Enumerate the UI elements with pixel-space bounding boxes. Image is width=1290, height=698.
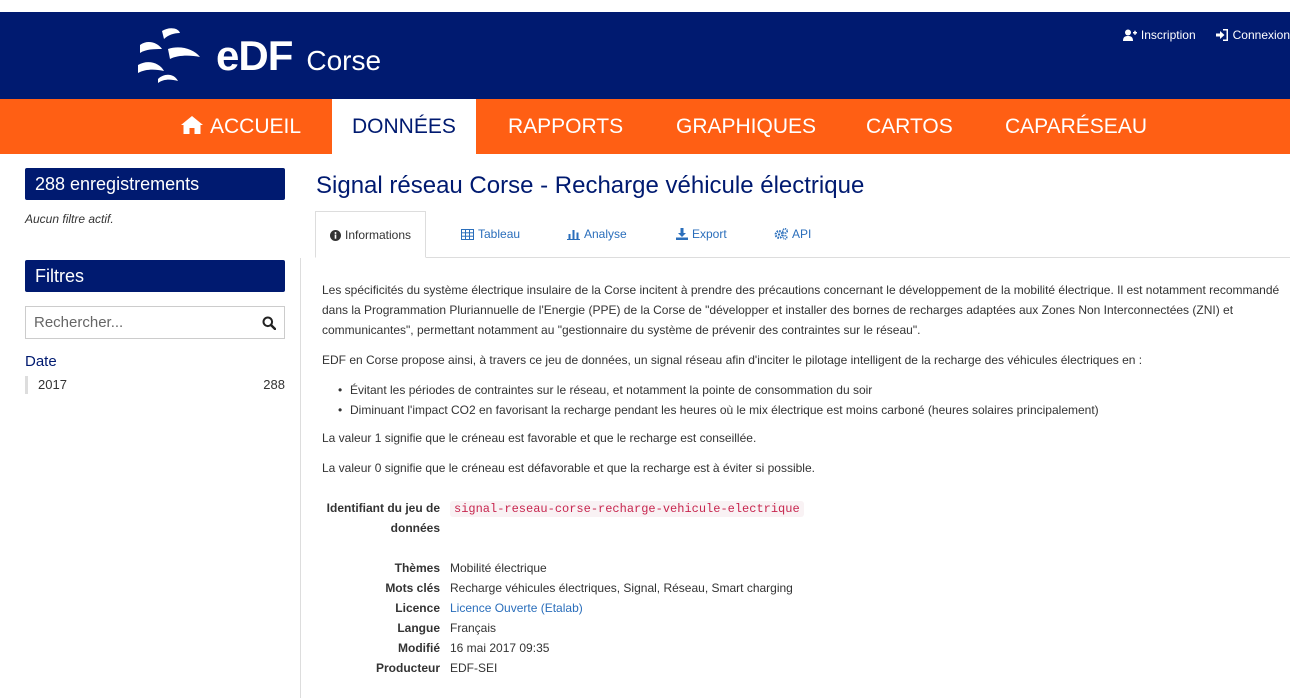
info-icon (330, 230, 341, 241)
signup-link[interactable]: Inscription (1122, 28, 1196, 42)
main-nav: ACCUEIL DONNÉES RAPPORTS GRAPHIQUES CART… (0, 99, 1290, 154)
meta-row-producer: Producteur EDF-SEI (322, 658, 1287, 678)
nav-item-donnees[interactable]: DONNÉES (332, 99, 476, 154)
meta-row-licence: Licence Licence Ouverte (Etalab) (322, 598, 1287, 618)
edf-logo[interactable]: eDF Corse (134, 20, 381, 92)
auth-links: Inscription Connexion (1122, 28, 1290, 42)
nav-item-rapports[interactable]: RAPPORTS (508, 99, 623, 154)
nav-item-accueil[interactable]: ACCUEIL (180, 99, 301, 154)
meta-key: Producteur (375, 661, 440, 675)
list-item: Diminuant l'impact CO2 en favorisant la … (338, 400, 1287, 420)
tab-api[interactable]: API (774, 211, 811, 258)
table-icon (461, 229, 474, 240)
facet-item-label: 2017 (38, 377, 67, 392)
add-user-icon (1122, 29, 1137, 41)
main-content: Signal réseau Corse - Recharge véhicule … (300, 154, 1290, 698)
description-paragraph: La valeur 0 signifie que le créneau est … (322, 461, 815, 475)
tab-tableau[interactable]: Tableau (461, 211, 520, 258)
tab-label: Informations (345, 228, 412, 242)
meta-key: Licence (395, 601, 440, 615)
dataset-tabs: Informations Tableau Analyse Export API (315, 211, 1290, 258)
meta-value: Recharge véhicules électriques, Signal, … (450, 581, 793, 595)
facet-date-label: Date (25, 353, 57, 370)
tab-label: Export (692, 227, 727, 241)
records-count: 288 enregistrements (25, 168, 285, 200)
sign-in-icon (1215, 29, 1228, 41)
nav-item-label: DONNÉES (352, 115, 456, 138)
signup-label: Inscription (1140, 28, 1196, 42)
gears-icon (774, 227, 789, 240)
nav-item-label: GRAPHIQUES (676, 115, 817, 138)
sidebar: 288 enregistrements Aucun filtre actif. … (25, 154, 285, 394)
filters-title: Filtres (25, 260, 285, 292)
site-header: eDF Corse Inscription Connexion (0, 12, 1290, 99)
top-band (0, 0, 1290, 12)
tab-informations[interactable]: Informations (315, 211, 427, 258)
tab-export[interactable]: Export (676, 211, 727, 258)
meta-row-themes: Thèmes Mobilité électrique (322, 558, 1287, 578)
licence-link[interactable]: Licence Ouverte (Etalab) (450, 601, 583, 615)
dataset-identifier: signal-reseau-corse-recharge-vehicule-el… (450, 501, 804, 517)
meta-value: EDF-SEI (450, 661, 498, 675)
tab-content-informations: Les spécificités du système électrique i… (300, 258, 1290, 698)
bar-chart-icon (567, 230, 580, 240)
meta-key: Mots clés (385, 581, 440, 595)
brand-name: eDF (216, 32, 293, 79)
meta-key: Identifiant du jeu de données (326, 501, 440, 535)
meta-row-language: Langue Français (322, 618, 1287, 638)
meta-row-identifier: Identifiant du jeu de données signal-res… (322, 498, 1287, 538)
nav-item-label: CAPARÉSEAU (1005, 115, 1147, 138)
description-list: Évitant les périodes de contraintes sur … (338, 380, 1287, 420)
page-title: Signal réseau Corse - Recharge véhicule … (316, 172, 865, 199)
nav-item-cartos[interactable]: CARTOS (866, 99, 953, 154)
login-label: Connexion (1232, 28, 1290, 42)
meta-value: Français (450, 621, 497, 635)
nav-item-label: CARTOS (866, 115, 953, 138)
nav-item-capareseau[interactable]: CAPARÉSEAU (1005, 99, 1147, 154)
download-icon (676, 228, 688, 240)
description-paragraph: EDF en Corse propose ainsi, à travers ce… (322, 353, 1143, 367)
search-input[interactable] (34, 314, 234, 331)
nav-item-label: RAPPORTS (508, 115, 624, 138)
tab-label: API (792, 227, 812, 241)
meta-key: Langue (397, 621, 440, 635)
tab-label: Analyse (584, 227, 627, 241)
region-name: Corse (306, 45, 382, 76)
dataset-metadata: Identifiant du jeu de données signal-res… (322, 498, 1287, 678)
meta-key: Modifié (398, 641, 440, 655)
search-box (25, 306, 285, 339)
search-icon[interactable] (262, 316, 276, 330)
meta-key: Thèmes (394, 561, 440, 575)
description-paragraph: La valeur 1 signifie que le créneau est … (322, 431, 757, 445)
tab-analyse[interactable]: Analyse (567, 211, 627, 258)
nav-item-label: ACCUEIL (210, 115, 302, 138)
meta-row-modified: Modifié 16 mai 2017 09:35 (322, 638, 1287, 658)
meta-value: 16 mai 2017 09:35 (450, 641, 550, 655)
list-item: Évitant les périodes de contraintes sur … (338, 380, 1287, 400)
tab-label: Tableau (478, 227, 521, 241)
facet-item-2017[interactable]: 2017 288 (25, 376, 285, 394)
meta-row-keywords: Mots clés Recharge véhicules électriques… (322, 578, 1287, 598)
description-paragraph: Les spécificités du système électrique i… (322, 283, 1280, 337)
facet-item-count: 288 (263, 377, 285, 392)
no-filter-text: Aucun filtre actif. (25, 212, 114, 226)
login-link[interactable]: Connexion (1215, 28, 1290, 42)
home-icon (181, 116, 203, 134)
nav-item-graphiques[interactable]: GRAPHIQUES (676, 99, 816, 154)
edf-swirl-logo-icon (138, 28, 200, 83)
meta-value: Mobilité électrique (450, 561, 547, 575)
